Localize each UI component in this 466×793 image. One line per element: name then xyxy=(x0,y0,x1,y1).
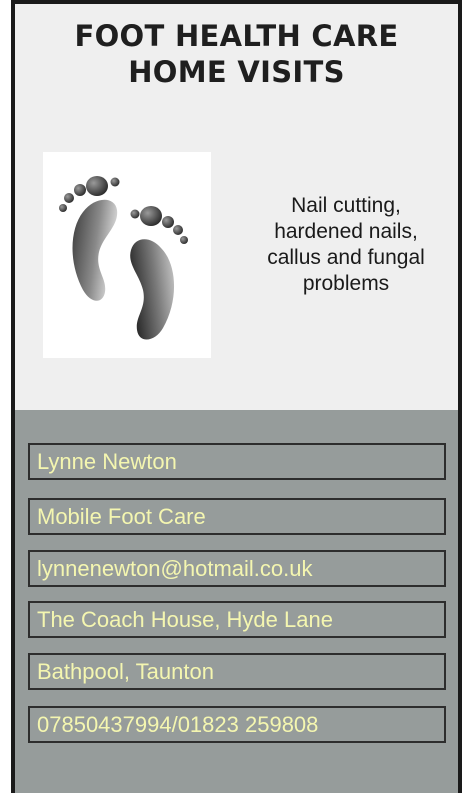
contact-phone[interactable]: 07850437994/01823 259808 xyxy=(28,706,446,743)
contact-panel: Lynne Newton Mobile Foot Care lynnenewto… xyxy=(15,410,458,793)
contact-name: Lynne Newton xyxy=(28,443,446,480)
services-line: Nail cutting, xyxy=(291,194,401,217)
title-line-2: HOME VISITS xyxy=(128,55,345,89)
services-line: problems xyxy=(302,272,390,295)
left-foot-sole xyxy=(72,199,118,301)
services-description: Nail cutting, hardened nails, callus and… xyxy=(241,193,451,297)
services-line: hardened nails, xyxy=(274,220,418,243)
title-line-1: FOOT HEALTH CARE xyxy=(74,19,399,53)
services-line: callus and fungal xyxy=(267,246,425,269)
page-title: FOOT HEALTH CARE HOME VISITS xyxy=(15,18,458,90)
flyer-card: FOOT HEALTH CARE HOME VISITS Nail cuttin… xyxy=(11,0,462,793)
contact-address-line1: The Coach House, Hyde Lane xyxy=(28,601,446,638)
footprints-icon xyxy=(59,176,188,340)
contact-business: Mobile Foot Care xyxy=(28,498,446,535)
footprints-logo xyxy=(43,152,211,358)
contact-email[interactable]: lynnenewton@hotmail.co.uk xyxy=(28,550,446,587)
right-foot-sole xyxy=(130,239,175,340)
contact-address-line2: Bathpool, Taunton xyxy=(28,653,446,690)
